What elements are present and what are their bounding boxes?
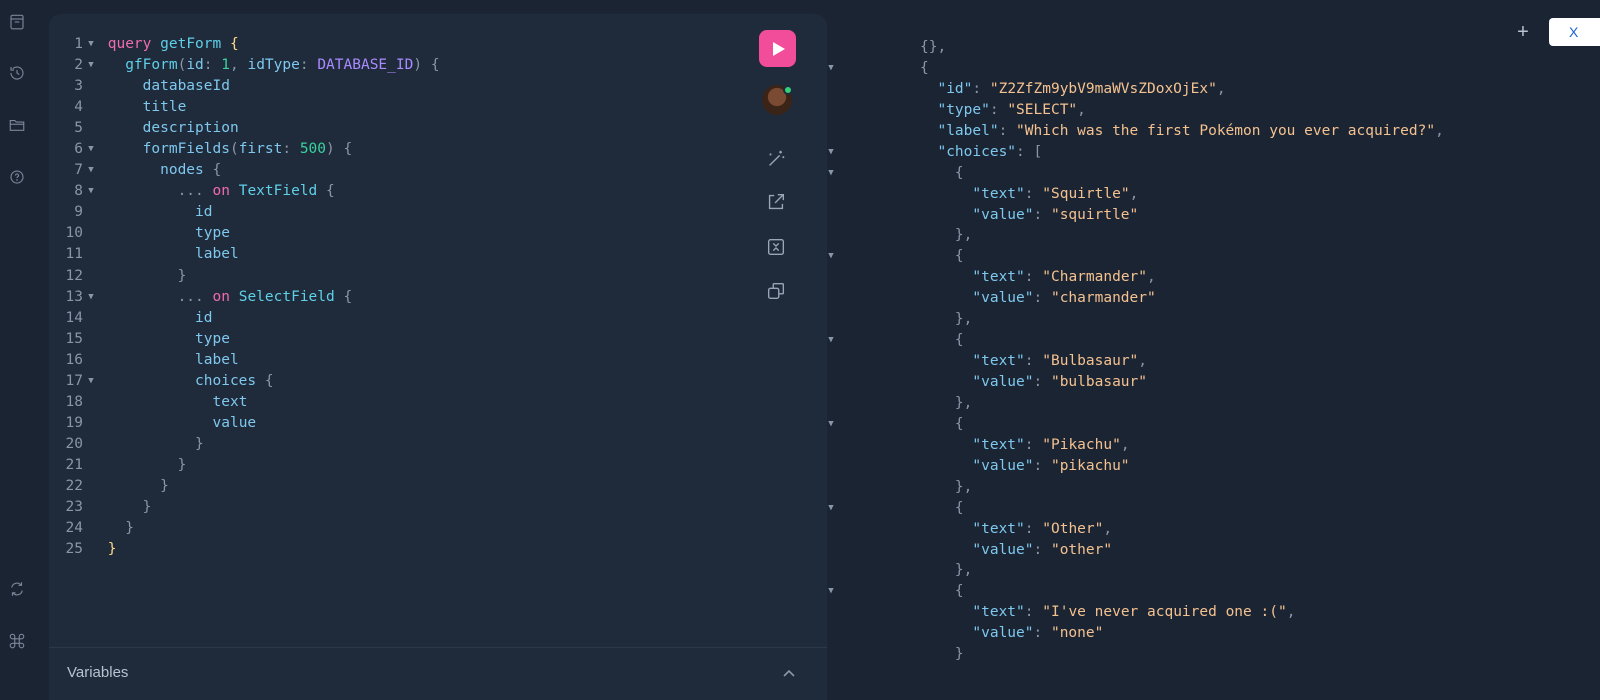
result-line: "text": "Charmander", [972,269,1156,286]
code-line: 12 } [65,267,187,284]
merge-fragments-icon[interactable] [765,236,787,258]
code-line: 7 ▼ nodes { [49,160,739,181]
code-line: 13 ▼ ... on SelectField { [49,287,739,308]
code-line: 3 databaseId [74,78,230,95]
result-line: }, [954,562,973,579]
fold-arrow-icon[interactable]: ▼ [83,160,99,181]
result-line: "value": "none" [972,625,1104,642]
result-line: ▼ { [827,246,1600,267]
variables-label[interactable]: Variables [67,664,128,681]
fold-arrow-icon[interactable]: ▼ [83,287,99,308]
docs-icon[interactable] [5,10,29,34]
code-line: 21 } [65,456,187,473]
add-tab-button[interactable]: + [1514,20,1532,44]
code-line: 16 label [65,351,239,368]
code-line: 19 value [65,414,257,431]
result-line: "id": "Z2ZfZm9ybV9maWVsZDoxOjEx", [937,80,1226,97]
chevron-up-icon[interactable] [781,666,797,682]
refresh-icon[interactable] [5,577,29,601]
fold-arrow-icon[interactable]: ▼ [83,181,99,202]
result-line: } [954,646,964,663]
result-line: "value": "charmander" [972,290,1156,307]
code-line: 17 ▼ choices { [49,371,739,392]
result-line: {}, [920,39,947,55]
variables-section[interactable]: Variables [49,647,827,700]
fold-arrow-icon[interactable]: ▼ [827,581,839,602]
online-status-dot [783,85,793,95]
result-line: "value": "pikachu" [972,457,1130,474]
fold-arrow-icon[interactable]: ▼ [827,498,839,519]
magic-wand-icon[interactable] [765,148,787,170]
fold-arrow-icon[interactable]: ▼ [827,330,839,351]
play-icon [772,41,785,56]
result-line: }, [954,227,973,244]
query-editor[interactable]: 1 ▼ query getForm { 2 ▼ gfForm(id: 1, idTy… [49,34,739,560]
result-line: }, [954,478,973,495]
code-line: 11 label [65,246,239,263]
fold-arrow-icon[interactable]: ▼ [83,139,99,160]
run-query-button[interactable] [759,30,796,67]
close-button[interactable]: X [1549,18,1600,46]
result-line: ▼ { [827,581,1600,602]
code-line: 4 title [74,99,187,116]
result-line: "text": "Other", [972,520,1113,537]
code-line: 6 ▼ formFields(first: 500) { [49,139,739,160]
code-line: 22 } [65,477,169,494]
code-line: 1 ▼ query getForm { [49,34,739,55]
code-line: 18 text [65,393,248,410]
result-line: "value": "squirtle" [972,206,1139,223]
result-line: ▼ { [827,163,1600,184]
copy-icon[interactable] [765,280,787,302]
fold-arrow-icon[interactable]: ▼ [827,163,839,184]
result-line: ▼{ [827,58,1600,79]
result-line: ▼ "choices": [ [827,142,1600,163]
fold-arrow-icon[interactable]: ▼ [83,371,99,392]
fold-arrow-icon[interactable]: ▼ [83,55,99,76]
external-link-icon[interactable] [765,191,787,213]
fold-arrow-icon[interactable]: ▼ [83,34,99,55]
fold-arrow-icon[interactable]: ▼ [827,414,839,435]
code-line: 20 } [65,435,204,452]
result-line: ▼ { [827,330,1600,351]
history-icon[interactable] [5,61,29,85]
help-icon[interactable] [5,165,29,189]
code-line: 2 ▼ gfForm(id: 1, idType: DATABASE_ID) { [49,55,739,76]
result-line: "label": "Which was the first Pokémon yo… [937,122,1444,139]
code-line: 9 id [74,204,213,221]
query-editor-panel: 1 ▼ query getForm { 2 ▼ gfForm(id: 1, idTy… [49,14,827,700]
code-line: 5 description [74,120,239,137]
code-line: 15 type [65,330,230,347]
result-line: "value": "other" [972,541,1113,558]
result-line: "value": "bulbasaur" [972,374,1147,390]
folder-icon[interactable] [5,113,29,137]
code-line: 8 ▼ ... on TextField { [49,181,739,202]
code-line: 14 id [65,309,213,326]
command-icon[interactable] [5,629,29,653]
result-line: ▼ { [827,498,1600,519]
result-line: "text": "Pikachu", [972,436,1130,453]
code-line: 25 } [65,541,117,558]
result-line: }, [954,394,973,411]
code-line: 24 } [65,520,134,537]
result-line: "type": "SELECT", [937,101,1086,118]
result-line: "text": "Squirtle", [972,185,1139,202]
result-json: {}, ▼{ "id": "Z2ZfZm9ybV9maWVsZDoxOjEx",… [827,37,1600,665]
result-line: "text": "Bulbasaur", [972,353,1148,370]
code-line: 10 type [65,225,230,242]
fold-arrow-icon[interactable]: ▼ [827,246,839,267]
activity-sidebar [0,0,44,700]
fold-arrow-icon[interactable]: ▼ [827,58,839,79]
code-line: 23 } [65,499,152,516]
result-line: }, [954,311,973,328]
result-viewer: {}, ▼{ "id": "Z2ZfZm9ybV9maWVsZDoxOjEx",… [827,0,1600,700]
result-line: "text": "I've never acquired one :(", [972,604,1296,621]
result-line: ▼ { [827,414,1600,435]
fold-arrow-icon[interactable]: ▼ [827,142,839,163]
